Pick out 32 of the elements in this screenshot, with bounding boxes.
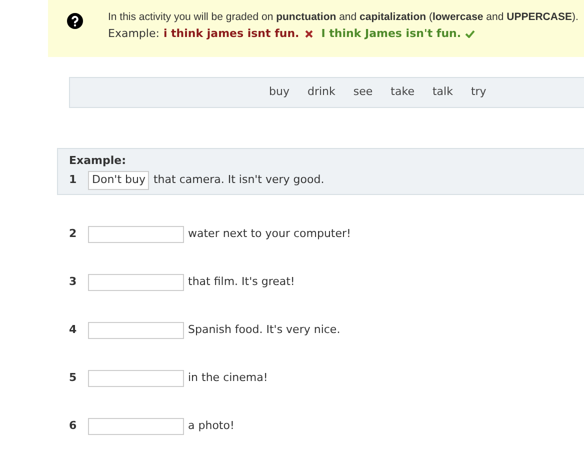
- answer-field[interactable]: [88, 226, 184, 242]
- answer-field[interactable]: [88, 274, 184, 290]
- example-label: Example:: [108, 27, 160, 41]
- sentence-text: in the cinema!: [188, 370, 268, 386]
- instruction-text: In this activity you will be graded on punctuation and capitalization (lowercase and UPPERCASE).: [108, 10, 578, 24]
- sentence-text: water next to your computer!: [188, 226, 351, 242]
- word-option: talk: [432, 84, 453, 101]
- check-icon: [465, 30, 476, 38]
- question-number: 6: [69, 418, 78, 434]
- answer-field[interactable]: [88, 322, 184, 338]
- help-icon: [67, 13, 83, 29]
- answer-field[interactable]: [88, 370, 184, 386]
- question-number: 1: [69, 172, 78, 188]
- sentence-text: a photo!: [188, 418, 234, 434]
- word-option: take: [390, 84, 414, 101]
- sentence-text: that camera. It isn't very good.: [153, 172, 324, 188]
- example-heading: Example:: [69, 153, 126, 169]
- example-answer: Don't buy: [88, 170, 150, 190]
- word-option: drink: [307, 84, 336, 101]
- question-number: 3: [69, 274, 78, 290]
- word-option: try: [470, 84, 486, 101]
- cross-icon: [305, 30, 314, 38]
- correct-example: I think James isn't fun.: [321, 27, 462, 41]
- sentence-text: that film. It's great!: [188, 274, 295, 290]
- question-number: 4: [69, 322, 78, 338]
- question-number: 5: [69, 370, 78, 386]
- incorrect-example: i think james isnt fun.: [163, 27, 300, 41]
- sentence-text: Spanish food. It's very nice.: [188, 322, 340, 338]
- answer-field[interactable]: [88, 418, 184, 434]
- question-number: 2: [69, 226, 78, 242]
- word-option: see: [353, 84, 373, 101]
- word-option: buy: [269, 84, 290, 101]
